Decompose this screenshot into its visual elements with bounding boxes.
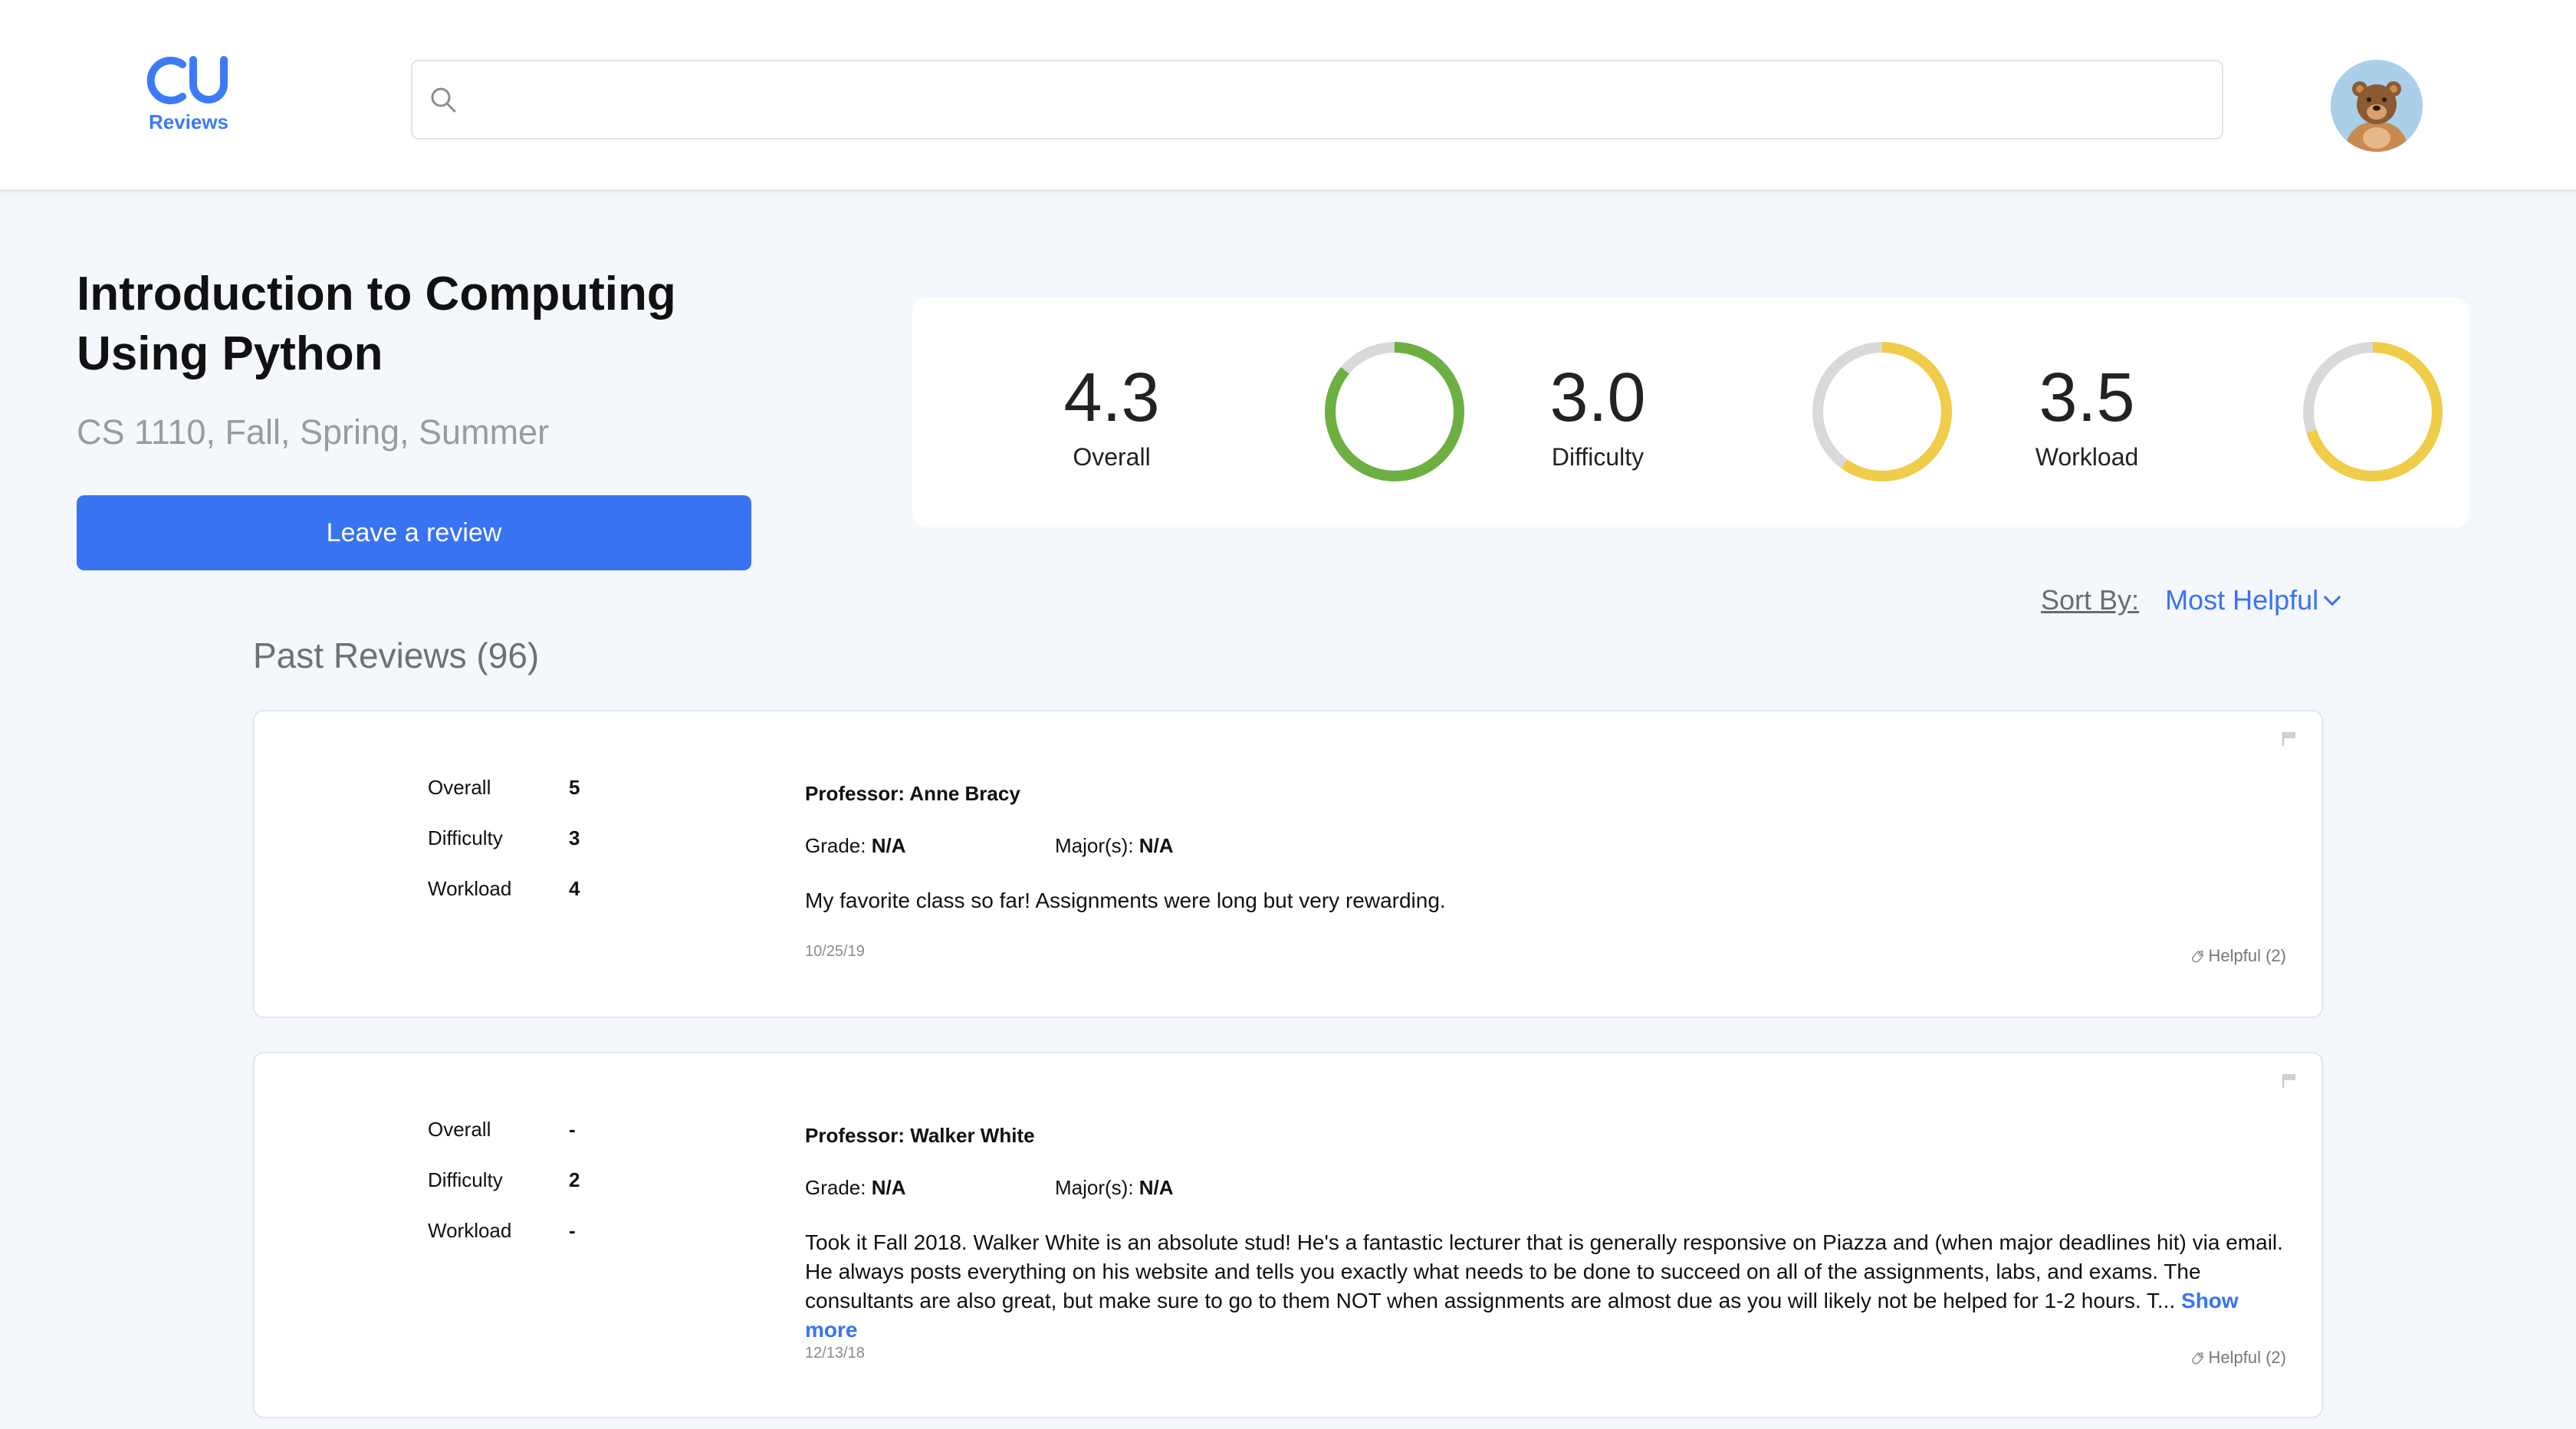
review-date: 12/13/18	[805, 1345, 865, 1362]
review-card: Overall 5 Difficulty 3 Workload 4 Profes…	[253, 710, 2323, 1018]
bear-avatar-icon	[2331, 60, 2423, 152]
clap-icon	[2191, 950, 2203, 963]
helpful-label[interactable]: Helpful (2)	[2209, 1348, 2286, 1368]
cu-reviews-logo[interactable]: Reviews	[143, 54, 235, 136]
score-label: Workload	[428, 877, 512, 900]
review-meta: Grade: N/A Major(s): N/A	[805, 1176, 2285, 1228]
clap-icon	[2191, 1352, 2203, 1365]
score-label: Difficulty	[428, 826, 503, 849]
score-row-workload: Workload 4	[428, 877, 627, 928]
sort-dropdown[interactable]: Most Helpful	[2147, 584, 2341, 616]
sort-by-label: Sort By:	[2041, 584, 2140, 616]
review-text: My favorite class so far! Assignments we…	[805, 889, 1446, 912]
cu-logo-icon	[146, 56, 228, 104]
overall-score: -	[569, 1118, 576, 1141]
helpful-button[interactable]: Helpful (2)	[2189, 946, 2286, 966]
overall-rating-label: Overall	[1073, 443, 1151, 471]
helpful-button[interactable]: Helpful (2)	[2189, 1348, 2286, 1368]
review-body: Professor: Walker White Grade: N/A Major…	[805, 1124, 2285, 1345]
score-label: Difficulty	[428, 1168, 503, 1191]
review-scores: Overall - Difficulty 2 Workload -	[428, 1118, 627, 1270]
course-title: Introduction to Computing Using Python	[77, 268, 676, 380]
user-avatar[interactable]	[2331, 60, 2423, 152]
major-value: N/A	[1138, 834, 1174, 857]
difficulty-rating-gauge	[1812, 342, 1952, 481]
flag-icon[interactable]	[2280, 730, 2298, 748]
search-icon	[431, 87, 456, 113]
top-navbar: Reviews	[0, 0, 2576, 192]
score-label: Overall	[428, 776, 491, 799]
review-text: Took it Fall 2018. Walker White is an ab…	[805, 1228, 2285, 1345]
review-body: Professor: Anne Bracy Grade: N/A Major(s…	[805, 782, 2285, 915]
difficulty-score: 2	[569, 1168, 580, 1191]
grade-label: Grade:	[805, 1176, 866, 1199]
workload-rating-label: Workload	[2035, 443, 2139, 471]
review-major: Major(s): N/A	[1055, 1176, 1174, 1200]
grade-value: N/A	[871, 1176, 906, 1199]
sort-control: Sort By: Most Helpful	[2041, 584, 2341, 616]
workload-score: 4	[569, 877, 580, 900]
score-label: Workload	[428, 1219, 512, 1242]
major-value: N/A	[1138, 1176, 1174, 1199]
workload-rating-gauge	[2303, 342, 2443, 481]
chevron-down-icon[interactable]	[2323, 588, 2341, 606]
grade-label: Grade:	[805, 834, 866, 857]
difficulty-rating-value: 3.0	[1549, 360, 1646, 436]
review-scores: Overall 5 Difficulty 3 Workload 4	[428, 776, 627, 928]
difficulty-score: 3	[569, 826, 580, 849]
review-grade: Grade: N/A	[805, 1176, 906, 1200]
workload-score: -	[569, 1219, 576, 1242]
score-label: Overall	[428, 1118, 491, 1141]
review-text-content: Took it Fall 2018. Walker White is an ab…	[805, 1230, 2283, 1312]
overall-score: 5	[569, 776, 580, 799]
ratings-summary-card: 4.3 Overall 3.0 Difficulty 3.5 Workload	[912, 297, 2469, 527]
leave-review-button[interactable]: Leave a review	[77, 495, 751, 570]
sort-dropdown-value[interactable]: Most Helpful	[2165, 584, 2318, 616]
score-row-overall: Overall -	[428, 1118, 627, 1168]
score-row-overall: Overall 5	[428, 776, 627, 826]
major-label: Major(s):	[1055, 1176, 1134, 1199]
grade-value: N/A	[871, 834, 906, 857]
review-grade: Grade: N/A	[805, 834, 906, 858]
score-row-workload: Workload -	[428, 1219, 627, 1270]
past-reviews-heading: Past Reviews (96)	[253, 636, 540, 675]
review-meta: Grade: N/A Major(s): N/A	[805, 834, 2285, 886]
major-label: Major(s):	[1055, 834, 1134, 857]
review-major: Major(s): N/A	[1055, 834, 1174, 858]
logo-subtitle: Reviews	[148, 110, 229, 133]
review-card: Overall - Difficulty 2 Workload - Profes…	[253, 1052, 2323, 1418]
search-bar[interactable]	[411, 60, 2223, 140]
overall-rating-gauge	[1325, 342, 1464, 481]
course-code-semesters: CS 1110, Fall, Spring, Summer	[77, 412, 550, 452]
overall-rating-value: 4.3	[1063, 360, 1160, 436]
review-date: 10/25/19	[805, 943, 865, 960]
difficulty-rating-label: Difficulty	[1551, 443, 1644, 471]
flag-icon[interactable]	[2280, 1072, 2298, 1090]
score-row-difficulty: Difficulty 3	[428, 826, 627, 877]
helpful-label[interactable]: Helpful (2)	[2209, 946, 2286, 966]
score-row-difficulty: Difficulty 2	[428, 1168, 627, 1219]
review-professor: Professor: Anne Bracy	[805, 782, 1020, 805]
workload-rating-value: 3.5	[2039, 360, 2135, 436]
review-professor: Professor: Walker White	[805, 1124, 1035, 1147]
search-input[interactable]	[477, 74, 2194, 127]
